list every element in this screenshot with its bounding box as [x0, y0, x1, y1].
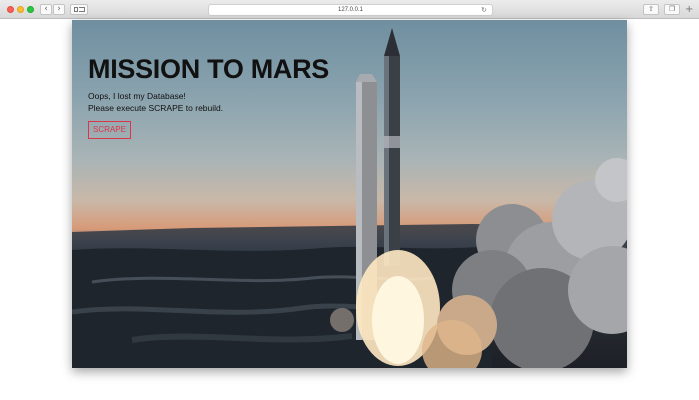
share-icon[interactable]: ⇧: [643, 4, 659, 15]
page-title: MISSION TO MARS: [88, 54, 330, 84]
hero-jumbotron: MISSION TO MARS Oops, I lost my Database…: [72, 20, 627, 368]
scrape-button[interactable]: SCRAPE: [88, 121, 131, 139]
page-content: MISSION TO MARS Oops, I lost my Database…: [0, 19, 699, 400]
subtitle-line-2: Please execute SCRAPE to rebuild.: [88, 103, 224, 113]
minimize-window-icon[interactable]: [17, 6, 24, 13]
sidebar-icon[interactable]: [70, 4, 88, 15]
close-window-icon[interactable]: [7, 6, 14, 13]
address-bar[interactable]: 127.0.0.1 ↻: [208, 4, 493, 16]
back-icon[interactable]: ‹: [40, 4, 52, 15]
browser-toolbar: ‹ › 127.0.0.1 ↻ ⇧ ❐ +: [0, 0, 699, 19]
reload-icon[interactable]: ↻: [481, 5, 487, 15]
tabs-icon[interactable]: ❐: [664, 4, 680, 15]
subtitle-line-1: Oops, I lost my Database!: [88, 91, 186, 101]
forward-icon[interactable]: ›: [53, 4, 65, 15]
address-text: 127.0.0.1: [337, 7, 364, 13]
new-tab-icon[interactable]: +: [685, 4, 693, 15]
maximize-window-icon[interactable]: [27, 6, 34, 13]
